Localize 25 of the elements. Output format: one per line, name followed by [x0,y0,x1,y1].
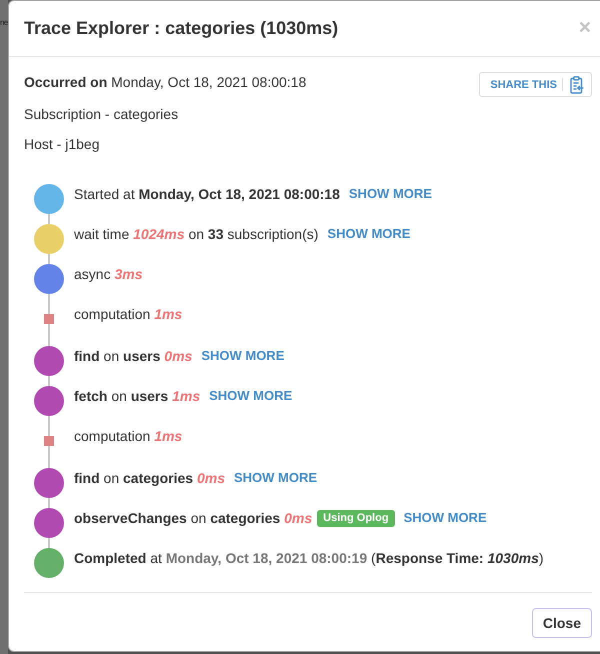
event-text: Started at Monday, Oct 18, 2021 08:00:18 [74,185,340,204]
event-text: observeChanges on categories 0ms [74,509,312,528]
event-text: wait time 1024ms on 33 subscription(s) [74,225,318,244]
detail-text: Subscription - categories [24,105,180,124]
show-more-link[interactable]: SHOW MORE [327,224,410,244]
share-button[interactable]: SHARE THIS [479,72,592,97]
detail-text: Host - j1beg [24,135,100,154]
oplog-label: Using Oplog [317,510,395,527]
event-text: computation 1ms [74,305,182,324]
event-text: Completed at Monday, Oct 18, 2021 08:00:19 (Response Time: 1030ms) [74,549,544,568]
occurred-text: Occurred on Monday, Oct 18, 2021 08:00:18 [24,73,306,92]
close-dialog-button[interactable]: Close [532,608,592,638]
event-text: fetch on users 1ms [74,387,200,406]
show-more-link[interactable]: SHOW MORE [209,386,292,406]
event-text: find on categories 0ms [74,469,225,488]
show-more-link[interactable]: SHOW MORE [234,468,318,488]
event-text: computation 1ms [74,427,182,446]
backdrop-text: ne [0,18,8,28]
show-more-link[interactable]: SHOW MORE [348,184,432,204]
show-more-link[interactable]: SHOW MORE [201,346,284,366]
event-text: find on users 0ms [74,347,192,366]
clipboard-icon [570,76,584,94]
event-text: async 3ms [74,265,143,284]
show-more-link[interactable]: SHOW MORE [404,508,487,528]
modal-title: Trace Explorer : categories (1030ms) [24,17,338,40]
